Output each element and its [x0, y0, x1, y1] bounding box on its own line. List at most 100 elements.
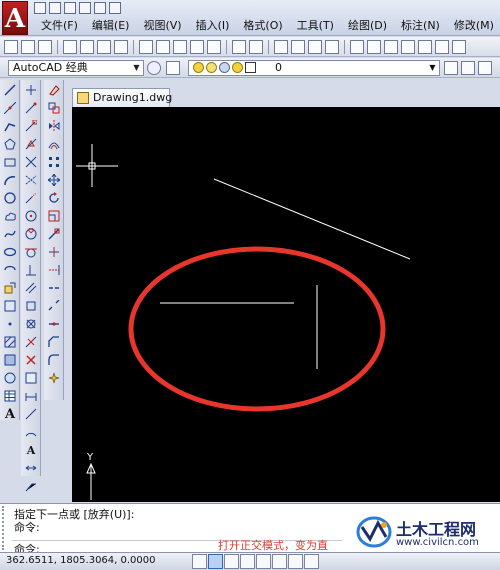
dynamic-input-icon[interactable]: [304, 554, 319, 569]
snap-quadrant-icon[interactable]: [23, 226, 39, 242]
menu-draw[interactable]: 绘图(D): [341, 17, 394, 35]
menu-tools[interactable]: 工具(T): [290, 17, 341, 35]
trim-icon[interactable]: [46, 244, 62, 260]
layer-states-icon[interactable]: [478, 61, 492, 75]
chevron-down-icon[interactable]: ▼: [427, 62, 438, 74]
menu-edit[interactable]: 编辑(E): [85, 17, 137, 35]
break-at-point-icon[interactable]: [46, 280, 62, 296]
point-icon[interactable]: [2, 316, 18, 332]
dynamic-ucs-icon[interactable]: [288, 554, 303, 569]
circle-icon[interactable]: [2, 190, 18, 206]
zoom-window-icon[interactable]: [308, 39, 322, 54]
object-snap-tracking-icon[interactable]: [272, 554, 287, 569]
viewport-freeze-icon[interactable]: [219, 62, 230, 73]
polygon-icon[interactable]: [2, 136, 18, 152]
extend-icon[interactable]: [46, 262, 62, 278]
fillet-icon[interactable]: [46, 352, 62, 368]
snap-tangent-icon[interactable]: [23, 244, 39, 260]
publish-icon[interactable]: [97, 39, 111, 54]
snap-endpoint-icon[interactable]: [23, 118, 39, 134]
undo-icon[interactable]: [232, 39, 246, 54]
snap-node-icon[interactable]: [23, 316, 39, 332]
dimension-arc-icon[interactable]: [23, 424, 39, 440]
qat-redo-icon[interactable]: [109, 2, 121, 14]
insert-block-icon[interactable]: [2, 280, 18, 296]
document-tab[interactable]: Drawing1.dwg: [72, 88, 172, 107]
coordinates-readout[interactable]: 362.6511, 1805.3064, 0.0000: [6, 555, 156, 566]
multiline-text-icon[interactable]: A: [2, 406, 18, 422]
properties-icon[interactable]: [350, 39, 364, 54]
stretch-icon[interactable]: [46, 226, 62, 242]
mirror-icon[interactable]: [46, 118, 62, 134]
spline-icon[interactable]: [2, 226, 18, 242]
markup-icon[interactable]: [418, 39, 432, 54]
move-icon[interactable]: [46, 172, 62, 188]
polyline-icon[interactable]: [2, 118, 18, 134]
cut-icon[interactable]: [139, 39, 153, 54]
snap-insert-icon[interactable]: [23, 298, 39, 314]
copy-icon[interactable]: [156, 39, 170, 54]
qat-undo-icon[interactable]: [94, 2, 106, 14]
snap-center-icon[interactable]: [23, 208, 39, 224]
snap-parallel-icon[interactable]: [23, 280, 39, 296]
temporary-track-point-icon[interactable]: [23, 82, 39, 98]
print-icon[interactable]: [63, 39, 77, 54]
dimension-aligned-icon[interactable]: [23, 406, 39, 422]
object-snap-icon[interactable]: [256, 554, 271, 569]
layer-previous-icon[interactable]: [461, 61, 475, 75]
rotate-icon[interactable]: [46, 190, 62, 206]
dimension-linear-icon[interactable]: [23, 388, 39, 404]
layer-properties-icon[interactable]: [166, 61, 180, 75]
ortho-mode-icon[interactable]: [224, 554, 239, 569]
zoom-realtime-icon[interactable]: [291, 39, 305, 54]
qat-print-icon[interactable]: [79, 2, 91, 14]
workspace-settings-icon[interactable]: [147, 61, 161, 75]
snap-apparent-intersection-icon[interactable]: [23, 172, 39, 188]
revision-cloud-icon[interactable]: [2, 208, 18, 224]
ellipse-arc-icon[interactable]: [2, 262, 18, 278]
snap-nearest-icon[interactable]: [23, 334, 39, 350]
make-block-icon[interactable]: [2, 298, 18, 314]
lightbulb-icon[interactable]: [193, 62, 204, 73]
break-icon[interactable]: [46, 298, 62, 314]
paste-icon[interactable]: [173, 39, 187, 54]
menu-dimension[interactable]: 标注(N): [394, 17, 447, 35]
qat-save-icon[interactable]: [64, 2, 76, 14]
match-properties-icon[interactable]: [190, 39, 204, 54]
open-icon[interactable]: [21, 39, 35, 54]
3d-dwf-icon[interactable]: [114, 39, 128, 54]
layer-dropdown[interactable]: 0 ▼: [188, 60, 440, 76]
drawing-canvas[interactable]: Y: [72, 107, 500, 502]
snap-none-icon[interactable]: [23, 352, 39, 368]
arc-icon[interactable]: [2, 172, 18, 188]
snap-extension-icon[interactable]: [23, 190, 39, 206]
gradient-icon[interactable]: [2, 352, 18, 368]
explode-icon[interactable]: [46, 370, 62, 386]
polar-tracking-icon[interactable]: [240, 554, 255, 569]
lock-icon[interactable]: [232, 62, 243, 73]
grid-display-icon[interactable]: [208, 554, 223, 569]
line-icon[interactable]: [2, 82, 18, 98]
sheet-set-icon[interactable]: [401, 39, 415, 54]
construction-line-icon[interactable]: [2, 100, 18, 116]
snap-from-icon[interactable]: [23, 100, 39, 116]
scale-icon[interactable]: [46, 208, 62, 224]
table-icon[interactable]: [2, 388, 18, 404]
snap-intersection-icon[interactable]: [23, 154, 39, 170]
offset-icon[interactable]: [46, 136, 62, 152]
chevron-down-icon[interactable]: ▼: [131, 62, 142, 74]
sun-icon[interactable]: [206, 62, 217, 73]
dimension-style-icon[interactable]: [23, 460, 39, 476]
rectangle-icon[interactable]: [2, 154, 18, 170]
print-preview-icon[interactable]: [80, 39, 94, 54]
array-icon[interactable]: [46, 154, 62, 170]
design-center-icon[interactable]: [367, 39, 381, 54]
help-icon[interactable]: [452, 39, 466, 54]
make-current-icon[interactable]: [444, 61, 458, 75]
snap-mode-icon[interactable]: [192, 554, 207, 569]
menu-insert[interactable]: 插入(I): [189, 17, 237, 35]
pan-icon[interactable]: [274, 39, 288, 54]
menu-modify[interactable]: 修改(M): [447, 17, 500, 35]
join-icon[interactable]: [46, 316, 62, 332]
region-icon[interactable]: [2, 370, 18, 386]
